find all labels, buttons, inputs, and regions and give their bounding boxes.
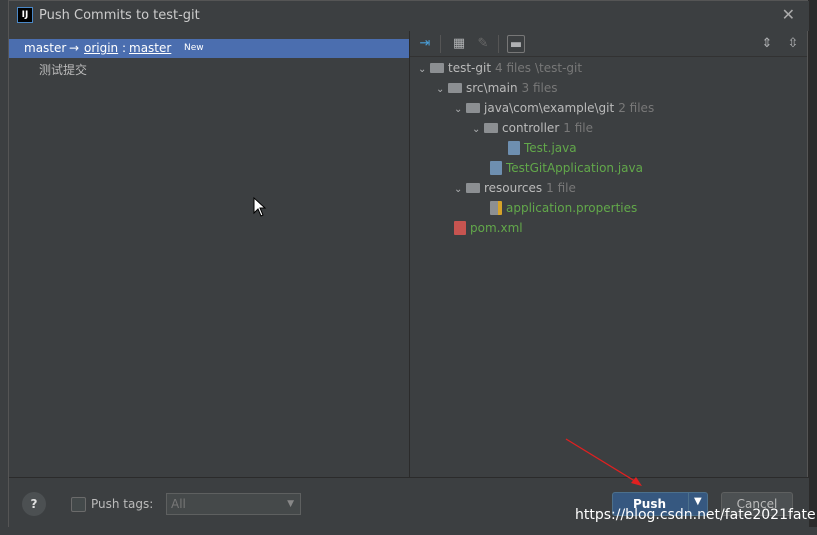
chevron-down-icon[interactable]: ⌄ xyxy=(454,180,466,200)
commits-panel: master → origin : master New 测试提交 xyxy=(9,37,409,477)
toolbar-divider xyxy=(498,35,499,53)
changes-panel: ⇥ ▦ ✎ ▬ ⇕ ⇳ ⌄ test-git 4 files \test-git ⌄ s… xyxy=(410,31,807,477)
folder-icon xyxy=(466,102,480,113)
dialog-titlebar: IJ Push Commits to test-git ✕ xyxy=(9,1,809,31)
edit-icon[interactable]: ✎ xyxy=(474,35,492,53)
changes-toolbar: ⇥ ▦ ✎ ▬ ⇕ ⇳ xyxy=(410,31,807,57)
remote-separator: : xyxy=(122,41,127,55)
tags-dropdown-value: All xyxy=(171,497,186,511)
chevron-down-icon[interactable]: ⌄ xyxy=(472,120,484,140)
tree-controller[interactable]: ⌄ controller 1 file xyxy=(472,118,593,138)
help-button[interactable]: ? xyxy=(22,492,46,516)
remote-branch-link[interactable]: master xyxy=(129,41,171,55)
toolbar-divider xyxy=(440,35,441,53)
mouse-cursor-icon xyxy=(253,197,267,217)
push-tags-label: Push tags: xyxy=(91,497,154,511)
arrow-icon: → xyxy=(69,41,80,55)
background-editor-left xyxy=(0,0,8,535)
push-options-arrow-icon[interactable]: ▼ xyxy=(694,496,702,507)
tags-dropdown[interactable]: All ▼ xyxy=(166,493,301,515)
folder-icon xyxy=(484,122,498,133)
properties-file-icon xyxy=(490,200,502,215)
expand-all-icon[interactable]: ⇕ xyxy=(758,35,776,53)
chevron-down-icon[interactable]: ⌄ xyxy=(418,60,430,80)
commit-graph-icon[interactable]: ⇥ xyxy=(416,35,434,53)
collapse-all-icon[interactable]: ⇳ xyxy=(784,35,802,53)
dialog-title: Push Commits to test-git xyxy=(39,8,200,23)
local-branch: master xyxy=(24,41,67,55)
dropdown-arrow-icon: ▼ xyxy=(287,499,294,509)
tree-resources[interactable]: ⌄ resources 1 file xyxy=(454,178,576,198)
annotation-arrow-icon xyxy=(565,438,642,486)
tree-root[interactable]: ⌄ test-git 4 files \test-git xyxy=(418,58,582,78)
group-by-icon[interactable]: ▦ xyxy=(450,35,468,53)
background-editor-right xyxy=(808,0,817,535)
chevron-down-icon[interactable]: ⌄ xyxy=(454,100,466,120)
tree-package[interactable]: ⌄ java\com\example\git 2 files xyxy=(454,98,654,118)
folder-icon xyxy=(448,82,462,93)
java-file-icon xyxy=(508,140,520,155)
diff-icon[interactable]: ▬ xyxy=(507,35,525,53)
branch-row[interactable]: master → origin : master New xyxy=(9,39,409,58)
java-class-icon xyxy=(490,160,502,175)
resources-folder-icon xyxy=(466,182,480,193)
watermark: https://blog.csdn.net/fate2021fate xyxy=(575,507,816,523)
remote-link[interactable]: origin xyxy=(84,41,118,55)
new-badge: New xyxy=(181,43,207,53)
push-tags-checkbox[interactable] xyxy=(71,497,86,512)
tree-file-pom[interactable]: pom.xml xyxy=(454,218,523,238)
chevron-down-icon[interactable]: ⌄ xyxy=(436,80,448,100)
commit-item[interactable]: 测试提交 xyxy=(39,61,87,78)
tree-file-test-java[interactable]: Test.java xyxy=(508,138,577,158)
close-icon[interactable]: ✕ xyxy=(782,5,795,24)
module-folder-icon xyxy=(430,62,444,73)
tree-file-app-java[interactable]: TestGitApplication.java xyxy=(490,158,643,178)
tree-file-properties[interactable]: application.properties xyxy=(490,198,637,218)
intellij-icon: IJ xyxy=(17,7,33,23)
maven-file-icon xyxy=(454,220,466,235)
tree-src[interactable]: ⌄ src\main 3 files xyxy=(436,78,558,98)
push-dialog: IJ Push Commits to test-git ✕ master → o… xyxy=(8,0,809,529)
